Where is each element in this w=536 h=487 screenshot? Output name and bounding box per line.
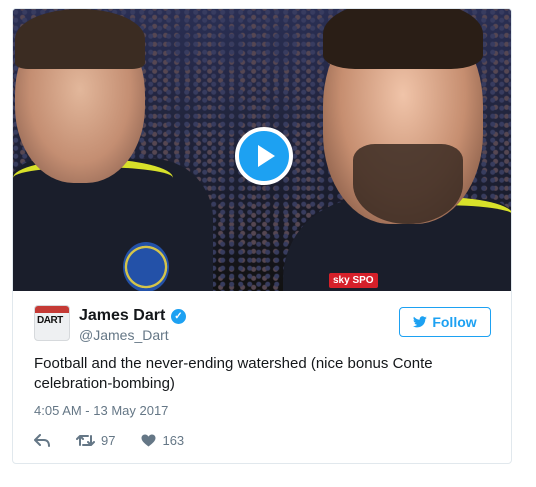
- follow-label: Follow: [432, 314, 477, 330]
- retweet-icon: [76, 434, 95, 446]
- heart-icon: [141, 434, 156, 446]
- user-handle[interactable]: @James_Dart: [79, 327, 169, 343]
- tweet-text: Football and the never-ending watershed …: [34, 355, 433, 392]
- verified-badge-icon: ✓: [171, 309, 186, 324]
- player-left-figure: [13, 9, 213, 291]
- like-count: 163: [162, 432, 185, 448]
- follow-button[interactable]: Follow: [399, 307, 491, 337]
- play-icon: [258, 145, 275, 167]
- user-name[interactable]: James Dart: [79, 307, 165, 325]
- reply-icon: [34, 433, 50, 447]
- tweet-card: sky SPO DART James Dart ✓ @James_Dart Fo…: [12, 8, 512, 464]
- tweet-timestamp[interactable]: 4:05 AM - 13 May 2017: [34, 403, 168, 418]
- avatar[interactable]: DART: [34, 305, 70, 341]
- retweet-count: 97: [101, 432, 116, 448]
- reply-button[interactable]: [34, 433, 50, 447]
- play-button[interactable]: [235, 127, 293, 185]
- club-badge: [123, 242, 169, 291]
- tweet-actions: 97 163: [34, 431, 210, 449]
- video-player[interactable]: sky SPO: [13, 9, 511, 291]
- twitter-bird-icon: [413, 316, 428, 328]
- player-right-figure: [283, 9, 511, 291]
- like-button[interactable]: 163: [141, 433, 184, 448]
- broadcaster-logo: sky SPO: [329, 273, 378, 288]
- retweet-button[interactable]: 97: [76, 433, 115, 448]
